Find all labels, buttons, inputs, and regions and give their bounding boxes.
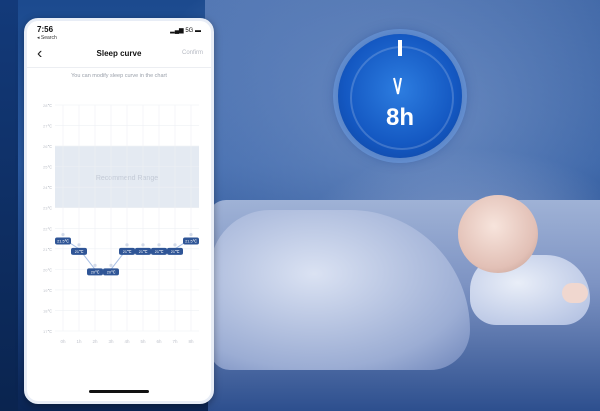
point-label: 21.5℃ (57, 240, 69, 244)
y-tick-label: 17℃ (43, 329, 52, 334)
duration-badge: 8h (338, 34, 462, 158)
curve-point (141, 243, 145, 247)
point-label: 21℃ (171, 250, 180, 254)
y-tick-label: 28℃ (43, 103, 52, 108)
curve-point (189, 232, 193, 237)
chart-hint: You can modify sleep curve in the chart (71, 73, 167, 79)
sleep-curve-chart[interactable]: Recommend Range 28℃ 27℃ 26℃ 25℃ 24℃ 23℃ 22℃ 21℃ 2… (33, 95, 205, 357)
point-label: 20℃ (91, 271, 100, 275)
point-label: 21℃ (139, 250, 148, 254)
baby-head (458, 195, 538, 273)
nav-bar: ‹ Sleep curve Confirm (27, 43, 211, 68)
status-back-app[interactable]: ◂ Search (37, 35, 57, 41)
y-tick-label: 22℃ (43, 226, 52, 231)
curve-point (109, 263, 113, 267)
phone-mockup: 7:56 ◂ Search ▂▄▆ 5G ▬ ‹ Sleep curve Con… (24, 18, 214, 404)
x-tick-label: 1h (76, 339, 82, 344)
signal-bars-icon: ▂▄▆ (170, 28, 184, 34)
baby-hand (562, 283, 588, 303)
point-label: 21℃ (75, 250, 84, 254)
home-indicator (89, 390, 149, 393)
point-label: 21℃ (123, 250, 132, 254)
x-tick-label: 6h (156, 339, 162, 344)
y-tick-label: 26℃ (43, 144, 52, 149)
x-tick-label: 7h (172, 339, 178, 344)
status-bar: 7:56 ◂ Search ▂▄▆ 5G ▬ (27, 21, 211, 43)
y-tick-label: 19℃ (43, 288, 52, 293)
y-tick-label: 27℃ (43, 124, 52, 129)
battery-icon: ▬ (195, 28, 201, 34)
x-tick-label: 4h (124, 339, 130, 344)
x-tick-label: 8h (188, 339, 194, 344)
curve-point (93, 263, 97, 267)
clock-hands-icon (393, 40, 402, 95)
sleep-curve-svg[interactable]: Recommend Range28℃27℃26℃25℃24℃23℃22℃21℃2… (33, 95, 205, 357)
curve-point (157, 243, 161, 247)
x-tick-label: 3h (108, 339, 114, 344)
y-tick-label: 24℃ (43, 185, 52, 190)
duration-label: 8h (385, 104, 414, 131)
curve-point (173, 243, 177, 247)
confirm-button[interactable]: Confirm (182, 50, 203, 56)
point-label: 21℃ (155, 250, 164, 254)
curve-point (61, 232, 65, 237)
point-label: 20℃ (107, 271, 116, 275)
y-tick-label: 21℃ (43, 247, 52, 252)
x-tick-label: 5h (140, 339, 146, 344)
curve-point (77, 243, 81, 247)
x-tick-label: 0h (60, 339, 66, 344)
left-strip (0, 0, 18, 411)
x-tick-label: 2h (92, 339, 98, 344)
y-tick-label: 25℃ (43, 165, 52, 170)
y-tick-label: 20℃ (43, 267, 52, 272)
status-time: 7:56 (37, 25, 54, 34)
y-tick-label: 18℃ (43, 308, 52, 313)
signal-label: 5G (185, 28, 194, 34)
point-label: 21.5℃ (185, 240, 197, 244)
signal-indicator: ▂▄▆ 5G ▬ (170, 27, 201, 34)
curve-point (125, 243, 129, 247)
y-tick-label: 23℃ (43, 206, 52, 211)
